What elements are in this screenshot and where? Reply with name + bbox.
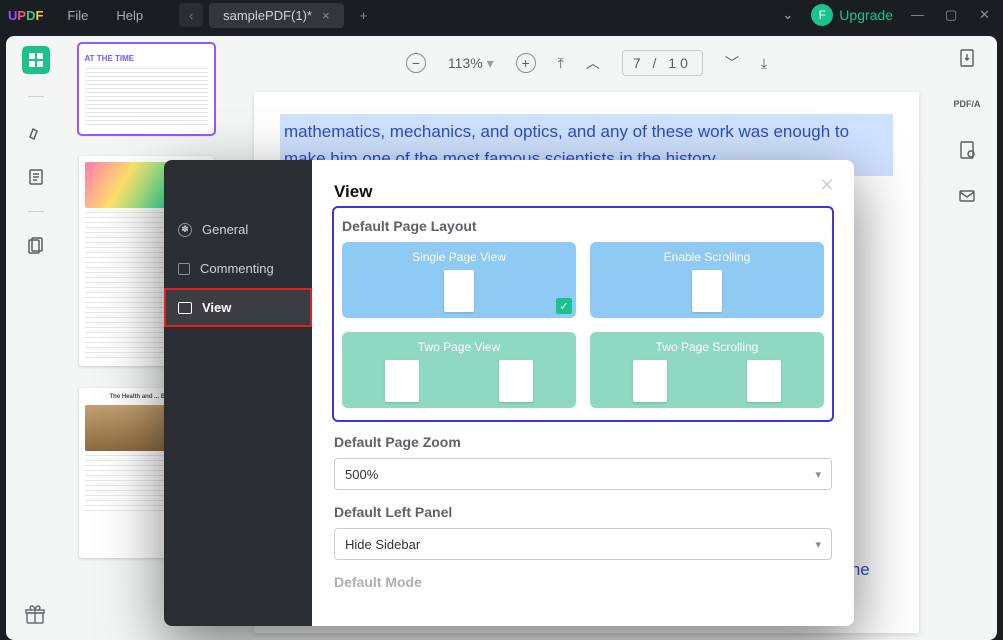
settings-tab-general[interactable]: ✽General <box>164 210 312 249</box>
right-toolbar: PDF/A <box>937 36 997 640</box>
app-logo: UPDF <box>8 8 43 23</box>
menu-file[interactable]: File <box>67 8 88 23</box>
layout-option-two-page-scrolling[interactable]: Two Page Scrolling <box>590 332 824 408</box>
thumb-heading: AT THE TIME <box>85 54 208 64</box>
option-preview <box>385 360 419 402</box>
option-label: Two Page Scrolling <box>596 336 818 360</box>
zoom-level[interactable]: 113% ▾ <box>448 55 494 72</box>
protect-icon[interactable] <box>955 138 979 162</box>
tab-prev-button[interactable]: ‹ <box>179 3 203 27</box>
thumbnails-icon[interactable] <box>22 46 50 74</box>
tab-add-button[interactable]: + <box>352 3 376 27</box>
window-close[interactable]: ✕ <box>979 7 995 23</box>
toolbar-divider <box>28 211 44 212</box>
option-label: Enable Scrolling <box>596 246 818 270</box>
bookmarks-icon[interactable] <box>24 165 48 189</box>
page-indicator[interactable]: 7 / 10 <box>622 50 703 76</box>
settings-tab-view[interactable]: View <box>164 288 312 327</box>
upgrade-label: Upgrade <box>839 7 893 23</box>
page-toolbar: − 113% ▾ + ⤒ ︿ 7 / 10 ﹀ ⤓ <box>236 42 937 84</box>
layout-option-single-page[interactable]: Single Page View ✓ <box>342 242 576 318</box>
select-value: Hide Sidebar <box>345 537 420 552</box>
option-preview <box>633 360 667 402</box>
tab-strip: ‹ samplePDF(1)* × + <box>179 3 375 28</box>
user-avatar: F <box>811 4 833 26</box>
menu-help[interactable]: Help <box>116 8 143 23</box>
settings-content: View Default Page Layout Single Page Vie… <box>312 160 854 626</box>
layout-option-enable-scrolling[interactable]: Enable Scrolling <box>590 242 824 318</box>
window-maximize[interactable]: ▢ <box>945 7 961 23</box>
group-label: Default Mode <box>334 574 832 590</box>
titlebar: UPDF File Help ‹ samplePDF(1)* × + ⌄ F U… <box>0 0 1003 30</box>
prev-page-button[interactable]: ︿ <box>586 53 600 73</box>
option-label: Two Page View <box>348 336 570 360</box>
option-preview <box>692 270 722 312</box>
first-page-button[interactable]: ⤒ <box>558 55 564 72</box>
mail-icon[interactable] <box>955 184 979 208</box>
export-icon[interactable] <box>955 46 979 70</box>
page-thumbnail[interactable]: AT THE TIME <box>79 44 214 134</box>
default-left-panel-group: Default Left Panel Hide Sidebar ▾ <box>334 504 832 560</box>
tab-close-button[interactable]: × <box>322 8 330 23</box>
default-page-layout-group: Default Page Layout Single Page View ✓ E… <box>334 208 832 420</box>
default-left-panel-select[interactable]: Hide Sidebar ▾ <box>334 528 832 560</box>
document-tab[interactable]: samplePDF(1)* × <box>209 3 343 28</box>
option-preview <box>444 270 474 312</box>
settings-title: View <box>334 182 832 202</box>
check-icon: ✓ <box>556 298 572 314</box>
comment-icon <box>178 263 190 275</box>
zoom-in-button[interactable]: + <box>516 53 536 73</box>
upgrade-button[interactable]: F Upgrade <box>811 4 893 26</box>
workspace: AT THE TIME The Health and ... Benef... … <box>6 36 997 640</box>
highlight-icon[interactable] <box>24 119 48 143</box>
next-page-button[interactable]: ﹀ <box>725 53 739 73</box>
group-label: Default Page Zoom <box>334 434 832 450</box>
select-value: 500% <box>345 467 378 482</box>
gift-icon[interactable] <box>24 604 46 626</box>
default-mode-group: Default Mode <box>334 574 832 590</box>
toolbar-divider <box>28 96 44 97</box>
settings-dialog: ✕ ✽General Commenting View View Default … <box>164 160 854 626</box>
book-icon <box>178 302 192 314</box>
settings-sidebar: ✽General Commenting View <box>164 160 312 626</box>
tab-dropdown[interactable]: ⌄ <box>782 7 793 23</box>
zoom-out-button[interactable]: − <box>406 53 426 73</box>
default-page-zoom-group: Default Page Zoom 500% ▾ <box>334 434 832 490</box>
last-page-button[interactable]: ⤓ <box>761 55 767 72</box>
option-preview <box>747 360 781 402</box>
left-toolbar <box>6 36 66 640</box>
layout-option-two-page[interactable]: Two Page View <box>342 332 576 408</box>
chevron-down-icon: ▾ <box>815 468 821 481</box>
window-minimize[interactable]: — <box>911 7 927 23</box>
pages-icon[interactable] <box>24 234 48 258</box>
default-zoom-select[interactable]: 500% ▾ <box>334 458 832 490</box>
group-label: Default Page Layout <box>342 218 824 234</box>
pdfa-icon[interactable]: PDF/A <box>955 92 979 116</box>
tab-title: samplePDF(1)* <box>223 8 312 23</box>
option-label: Single Page View <box>348 246 570 270</box>
option-preview <box>499 360 533 402</box>
chevron-down-icon: ▾ <box>815 538 821 551</box>
gear-icon: ✽ <box>178 223 192 237</box>
group-label: Default Left Panel <box>334 504 832 520</box>
settings-tab-commenting[interactable]: Commenting <box>164 249 312 288</box>
